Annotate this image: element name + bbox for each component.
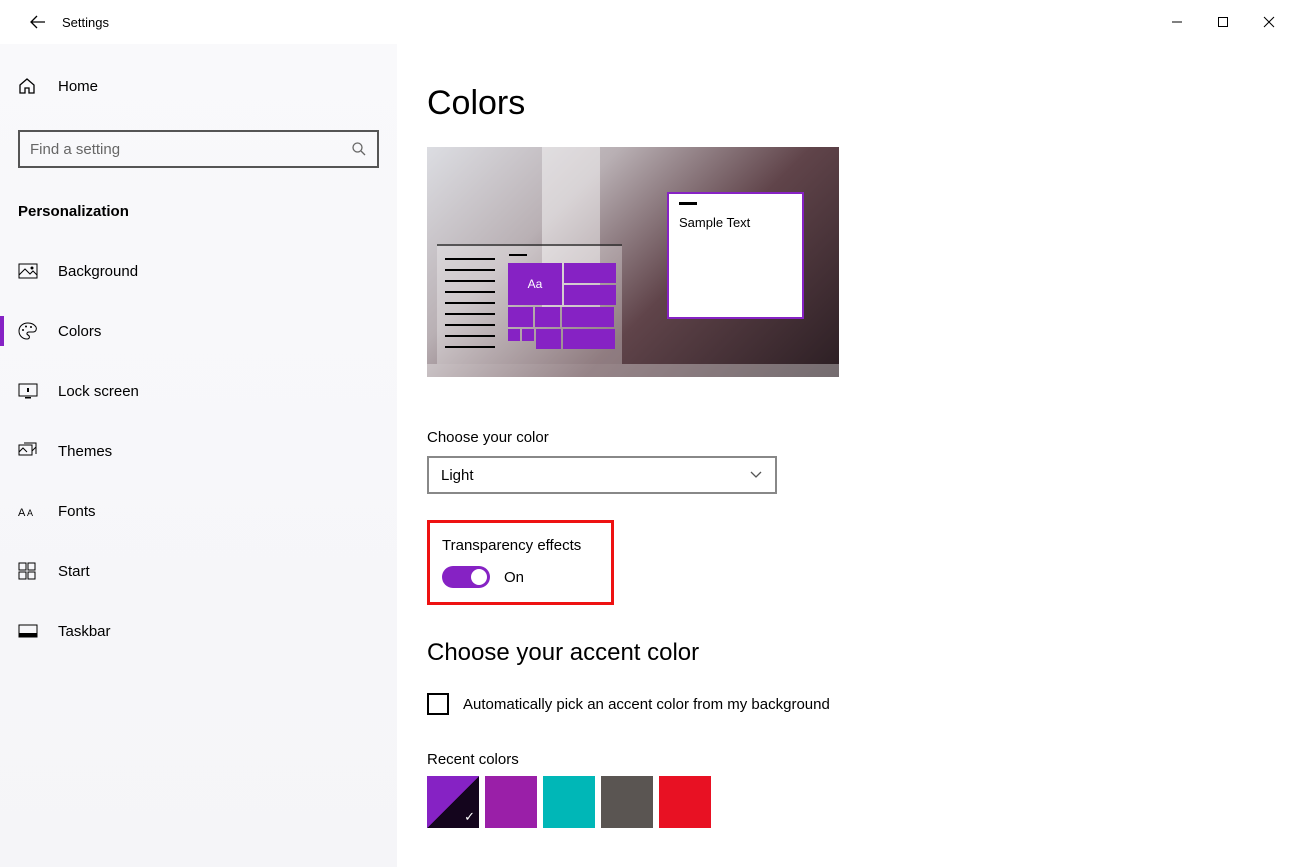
auto-accent-row: Automatically pick an accent color from … bbox=[427, 693, 1292, 715]
svg-text:A: A bbox=[18, 507, 26, 519]
toggle-knob bbox=[471, 569, 487, 585]
svg-text:A: A bbox=[27, 508, 33, 518]
titlebar: Settings bbox=[0, 0, 1292, 44]
close-icon bbox=[1263, 16, 1275, 28]
color-swatch-1[interactable] bbox=[485, 776, 537, 828]
color-swatch-0[interactable]: ✓ bbox=[427, 776, 479, 828]
page-title: Colors bbox=[427, 84, 1292, 123]
preview-taskbar bbox=[427, 364, 839, 377]
choose-color-dropdown[interactable]: Light bbox=[427, 456, 777, 494]
maximize-icon bbox=[1217, 16, 1229, 28]
main-panel: Colors Aa bbox=[397, 44, 1292, 867]
transparency-label: Transparency effects bbox=[442, 537, 581, 554]
search-box[interactable] bbox=[18, 130, 379, 168]
transparency-state: On bbox=[504, 569, 524, 586]
fonts-icon: AA bbox=[18, 503, 46, 519]
sidebar-item-label: Lock screen bbox=[58, 383, 139, 400]
app-title: Settings bbox=[62, 15, 109, 30]
search-input[interactable] bbox=[30, 141, 351, 158]
home-label: Home bbox=[58, 78, 98, 95]
palette-icon bbox=[18, 322, 46, 340]
preview-tile-aa: Aa bbox=[508, 263, 562, 305]
color-swatch-4[interactable] bbox=[659, 776, 711, 828]
transparency-toggle[interactable] bbox=[442, 566, 490, 588]
home-icon bbox=[18, 77, 46, 95]
section-header: Personalization bbox=[18, 203, 379, 220]
minimize-icon bbox=[1171, 16, 1183, 28]
window-controls bbox=[1154, 6, 1292, 38]
sidebar-item-colors[interactable]: Colors bbox=[18, 310, 379, 352]
picture-icon bbox=[18, 263, 46, 279]
back-button[interactable] bbox=[18, 2, 58, 42]
sidebar-item-label: Background bbox=[58, 263, 138, 280]
choose-color-value: Light bbox=[441, 467, 474, 484]
color-swatch-3[interactable] bbox=[601, 776, 653, 828]
color-preview: Aa Sample Text bbox=[427, 147, 839, 377]
choose-color-label: Choose your color bbox=[427, 429, 1292, 446]
auto-accent-checkbox[interactable] bbox=[427, 693, 449, 715]
preview-window: Sample Text bbox=[667, 192, 804, 319]
sidebar-item-fonts[interactable]: AA Fonts bbox=[18, 490, 379, 532]
content: Home Personalization Background Colors L… bbox=[0, 44, 1292, 867]
arrow-left-icon bbox=[30, 14, 46, 30]
themes-icon bbox=[18, 442, 46, 460]
sidebar-item-themes[interactable]: Themes bbox=[18, 430, 379, 472]
sidebar-item-label: Start bbox=[58, 563, 90, 580]
recent-colors-label: Recent colors bbox=[427, 751, 1292, 768]
maximize-button[interactable] bbox=[1200, 6, 1246, 38]
sidebar-item-taskbar[interactable]: Taskbar bbox=[18, 610, 379, 652]
sidebar: Home Personalization Background Colors L… bbox=[0, 44, 397, 867]
sidebar-item-label: Themes bbox=[58, 443, 112, 460]
sidebar-item-lockscreen[interactable]: Lock screen bbox=[18, 370, 379, 412]
lockscreen-icon bbox=[18, 383, 46, 399]
preview-start-menu: Aa bbox=[437, 244, 622, 364]
sidebar-item-label: Taskbar bbox=[58, 623, 111, 640]
taskbar-icon bbox=[18, 624, 46, 638]
accent-section-title: Choose your accent color bbox=[427, 639, 1292, 667]
color-swatch-2[interactable] bbox=[543, 776, 595, 828]
nav-list: Background Colors Lock screen Themes AA … bbox=[18, 250, 379, 670]
sidebar-item-label: Fonts bbox=[58, 503, 96, 520]
search-icon bbox=[351, 141, 367, 157]
recent-colors: ✓ bbox=[427, 776, 1292, 828]
auto-accent-label: Automatically pick an accent color from … bbox=[463, 696, 830, 713]
chevron-down-icon bbox=[749, 470, 763, 480]
preview-sample-text: Sample Text bbox=[679, 215, 792, 230]
start-icon bbox=[18, 562, 46, 580]
home-button[interactable]: Home bbox=[18, 64, 379, 108]
minimize-button[interactable] bbox=[1154, 6, 1200, 38]
sidebar-item-background[interactable]: Background bbox=[18, 250, 379, 292]
sidebar-item-label: Colors bbox=[58, 323, 101, 340]
close-button[interactable] bbox=[1246, 6, 1292, 38]
transparency-highlight: Transparency effects On bbox=[427, 520, 614, 605]
sidebar-item-start[interactable]: Start bbox=[18, 550, 379, 592]
